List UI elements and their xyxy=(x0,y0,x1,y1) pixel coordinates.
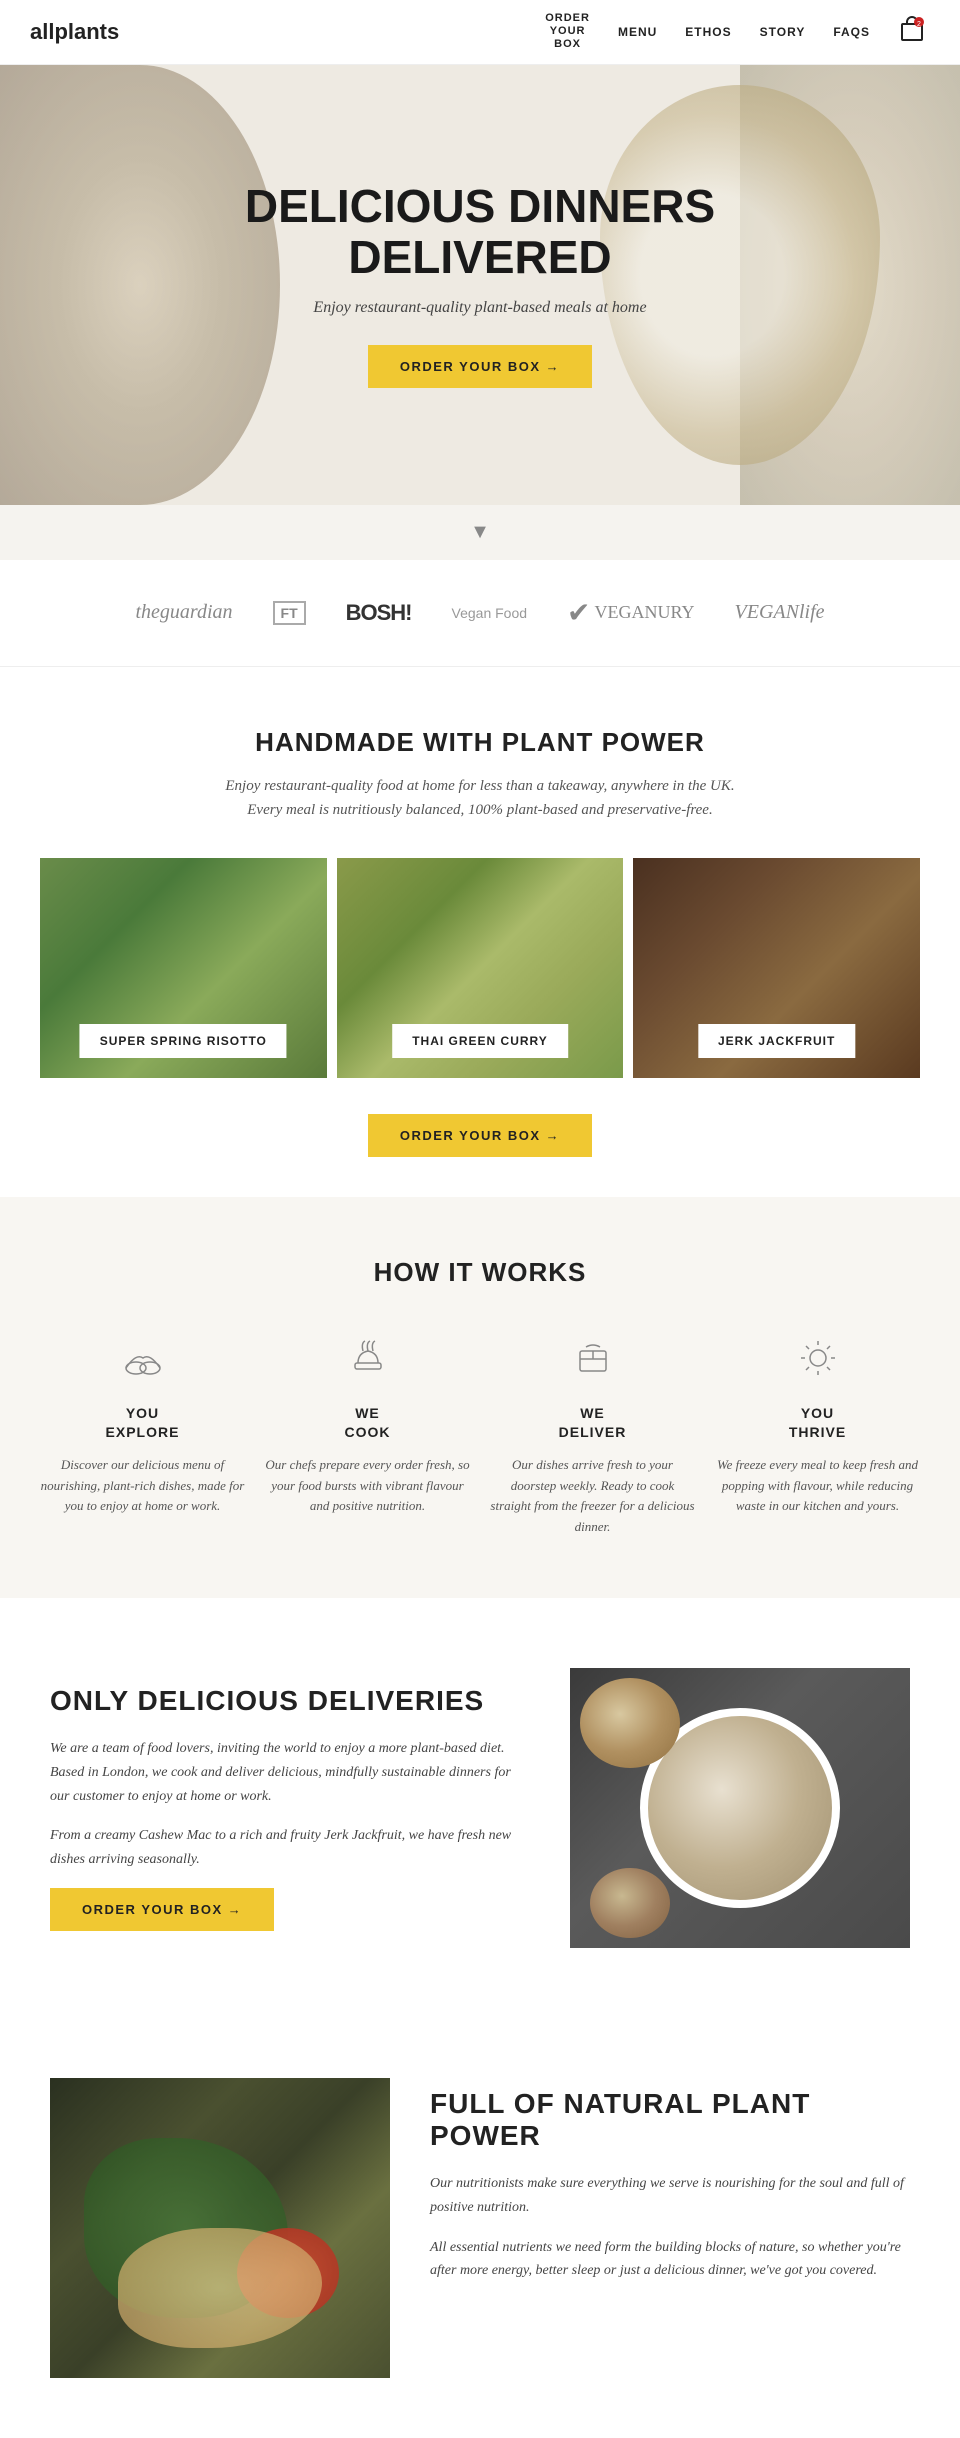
cook-icon xyxy=(265,1328,470,1388)
vegan-v-icon: ✔ xyxy=(567,596,590,630)
thrive-icon xyxy=(715,1328,920,1388)
press-veganuary: ✔ VEGANURY xyxy=(567,596,694,630)
meal-label-curry: THAI GREEN CURRY xyxy=(392,1024,568,1058)
nav-links: ORDER YOUR BOX MENU ETHOS STORY FAQS 2 xyxy=(545,12,930,52)
hero-content: DELICIOUS DINNERS DELIVERED Enjoy restau… xyxy=(245,181,715,387)
press-veganfood: Vegan Food xyxy=(452,605,528,621)
step-deliver-desc: Our dishes arrive fresh to your doorstep… xyxy=(490,1455,695,1538)
only-para-2: From a creamy Cashew Mac to a rich and f… xyxy=(50,1824,530,1872)
nav-menu[interactable]: MENU xyxy=(618,25,657,39)
how-section: HOW IT WORKS YOU EXPLORE Discover our de… xyxy=(0,1197,960,1598)
only-image xyxy=(570,1668,910,1948)
press-ft: FT xyxy=(273,601,306,625)
step-explore-desc: Discover our delicious menu of nourishin… xyxy=(40,1455,245,1517)
hero-cta-button[interactable]: ORDER YOUR BOX → xyxy=(368,345,592,388)
only-section-cta-button[interactable]: ORDER YOUR BOX → xyxy=(50,1888,274,1931)
meal-card-curry[interactable]: THAI GREEN CURRY xyxy=(337,858,624,1078)
chevron-down-icon: ▼ xyxy=(470,521,490,544)
only-text-content: ONLY DELICIOUS DELIVERIES We are a team … xyxy=(50,1685,530,1931)
natural-section: FULL OF NATURAL PLANT POWER Our nutritio… xyxy=(0,2018,960,2438)
natural-text-content: FULL OF NATURAL PLANT POWER Our nutritio… xyxy=(430,2078,910,2299)
nav-ethos[interactable]: ETHOS xyxy=(685,25,731,39)
natural-image xyxy=(50,2078,390,2378)
navigation: allplants ORDER YOUR BOX MENU ETHOS STOR… xyxy=(0,0,960,65)
press-guardian: theguardian xyxy=(135,601,232,624)
how-title: HOW IT WORKS xyxy=(40,1257,920,1288)
press-bosh: BOSH! xyxy=(346,600,412,626)
step-thrive-desc: We freeze every meal to keep fresh and p… xyxy=(715,1455,920,1517)
step-explore-title: YOU EXPLORE xyxy=(40,1404,245,1443)
meal-label-risotto: SUPER SPRING RISOTTO xyxy=(80,1024,287,1058)
press-section: theguardian FT BOSH! Vegan Food ✔ VEGANU… xyxy=(0,560,960,667)
hero-section: DELICIOUS DINNERS DELIVERED Enjoy restau… xyxy=(0,65,960,505)
meal-card-jackfruit[interactable]: JERK JACKFRUIT xyxy=(633,858,920,1078)
how-steps-container: YOU EXPLORE Discover our delicious menu … xyxy=(40,1328,920,1538)
hero-subtitle: Enjoy restaurant-quality plant-based mea… xyxy=(245,299,715,317)
only-title: ONLY DELICIOUS DELIVERIES xyxy=(50,1685,530,1717)
meal-cards-container: SUPER SPRING RISOTTO THAI GREEN CURRY JE… xyxy=(40,858,920,1078)
only-section: ONLY DELICIOUS DELIVERIES We are a team … xyxy=(0,1598,960,2018)
press-veganlife: VEGANlife xyxy=(735,601,825,624)
natural-para-2: All essential nutrients we need form the… xyxy=(430,2236,910,2284)
hero-title: DELICIOUS DINNERS DELIVERED xyxy=(245,181,715,282)
logo[interactable]: allplants xyxy=(30,19,119,45)
cart-icon[interactable]: 2 xyxy=(898,16,930,48)
nav-faqs[interactable]: FAQS xyxy=(833,25,870,39)
step-thrive: YOU THRIVE We freeze every meal to keep … xyxy=(715,1328,920,1538)
natural-para-1: Our nutritionists make sure everything w… xyxy=(430,2172,910,2220)
plant-section-title: HANDMADE WITH PLANT POWER xyxy=(40,727,920,758)
step-thrive-title: YOU THRIVE xyxy=(715,1404,920,1443)
step-deliver-title: WE DELIVER xyxy=(490,1404,695,1443)
svg-text:2: 2 xyxy=(917,21,921,28)
nav-story[interactable]: STORY xyxy=(760,25,806,39)
step-explore: YOU EXPLORE Discover our delicious menu … xyxy=(40,1328,245,1538)
step-cook-desc: Our chefs prepare every order fresh, so … xyxy=(265,1455,470,1517)
plant-power-section: HANDMADE WITH PLANT POWER Enjoy restaura… xyxy=(0,667,960,1197)
step-cook-title: WE COOK xyxy=(265,1404,470,1443)
only-para-1: We are a team of food lovers, inviting t… xyxy=(50,1737,530,1808)
step-deliver: WE DELIVER Our dishes arrive fresh to yo… xyxy=(490,1328,695,1538)
natural-title: FULL OF NATURAL PLANT POWER xyxy=(430,2088,910,2152)
step-cook: WE COOK Our chefs prepare every order fr… xyxy=(265,1328,470,1538)
nav-order-box[interactable]: ORDER YOUR BOX xyxy=(545,12,590,52)
deliver-icon xyxy=(490,1328,695,1388)
meal-label-jackfruit: JERK JACKFRUIT xyxy=(698,1024,855,1058)
explore-icon xyxy=(40,1328,245,1388)
meal-card-risotto[interactable]: SUPER SPRING RISOTTO xyxy=(40,858,327,1078)
chevron-down-section: ▼ xyxy=(0,505,960,560)
plant-section-cta-button[interactable]: ORDER YOUR BOX → xyxy=(368,1114,592,1157)
plant-section-subtitle: Enjoy restaurant-quality food at home fo… xyxy=(40,774,920,822)
